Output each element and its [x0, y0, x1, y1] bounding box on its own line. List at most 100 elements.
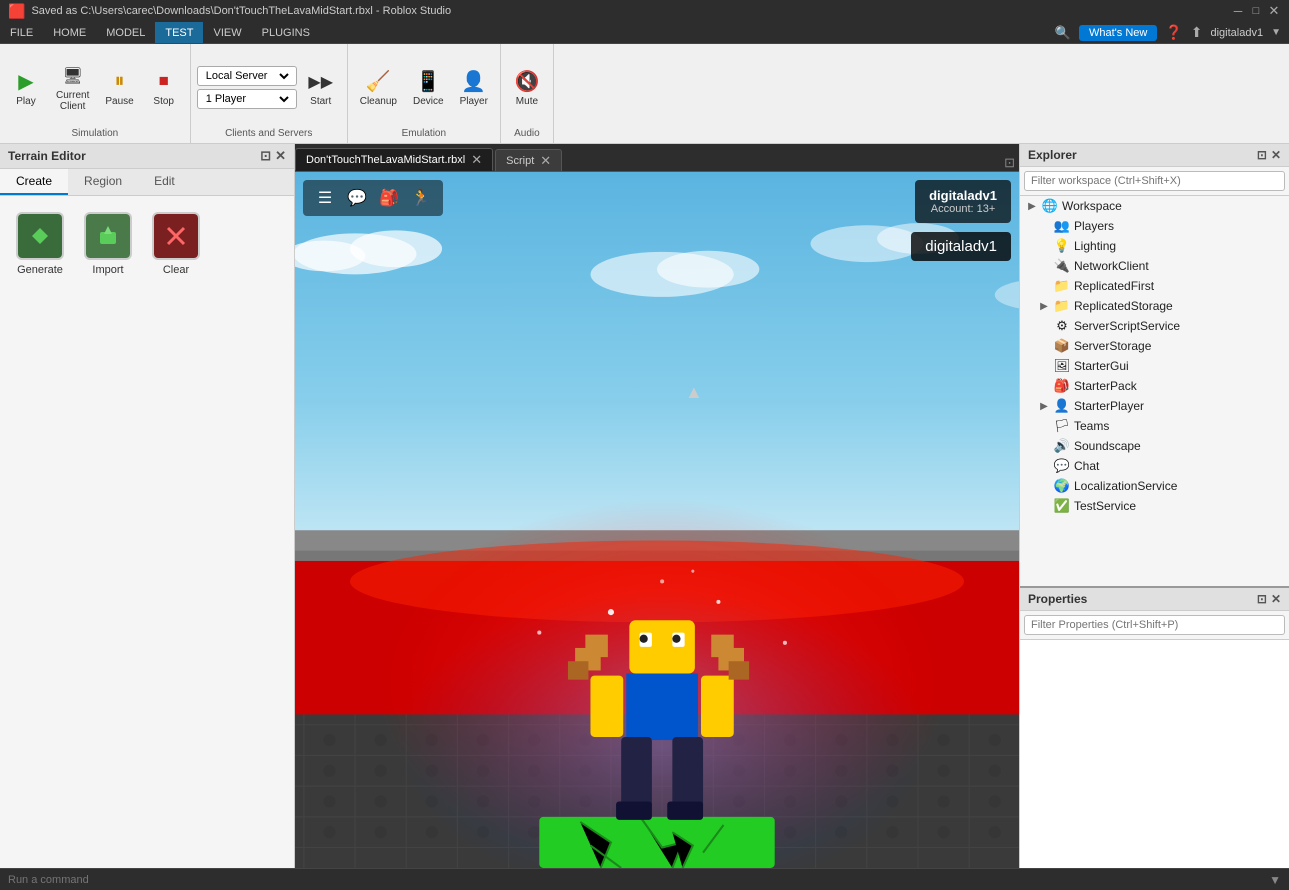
tree-item-chat[interactable]: ▶ 💬 Chat: [1020, 456, 1289, 476]
explorer-title: Explorer: [1028, 148, 1077, 162]
share-icon[interactable]: ⬆: [1191, 24, 1203, 41]
tree-item-serverstorage[interactable]: ▶ 📦 ServerStorage: [1020, 336, 1289, 356]
properties-controls: ⊡ ✕: [1257, 592, 1281, 606]
testservice-icon: ✅: [1054, 498, 1070, 514]
viewport-tab-rbxl[interactable]: Don'tTouchTheLavaMidStart.rbxl ✕: [295, 148, 493, 171]
properties-content: [1020, 640, 1289, 868]
terrain-editor-pin[interactable]: ⊡: [260, 148, 271, 164]
workspace-expand[interactable]: ▶: [1026, 200, 1038, 212]
tree-item-networkclient[interactable]: ▶ 🔌 NetworkClient: [1020, 256, 1289, 276]
startergui-icon: 🖼: [1054, 358, 1070, 374]
play-button[interactable]: ▶ Play: [6, 64, 46, 111]
server-dropdown[interactable]: Local Server: [197, 66, 297, 86]
minimize-btn[interactable]: ─: [1231, 4, 1245, 18]
terrain-tab-create[interactable]: Create: [0, 169, 68, 195]
tree-item-soundscape[interactable]: ▶ 🔊 Soundscape: [1020, 436, 1289, 456]
testservice-label: TestService: [1074, 499, 1136, 513]
tree-item-players[interactable]: ▶ 👥 Players: [1020, 216, 1289, 236]
tab-rbxl-close[interactable]: ✕: [471, 153, 482, 166]
game-scene: [295, 172, 1019, 868]
replicatedstorage-label: ReplicatedStorage: [1074, 299, 1173, 313]
localizationservice-icon: 🌍: [1054, 478, 1070, 494]
whats-new-button[interactable]: What's New: [1079, 25, 1157, 41]
viewport-area: Don'tTouchTheLavaMidStart.rbxl ✕ Script …: [295, 144, 1019, 868]
close-btn[interactable]: ✕: [1267, 4, 1281, 18]
tree-item-startergui[interactable]: ▶ 🖼 StarterGui: [1020, 356, 1289, 376]
import-tool[interactable]: Import: [84, 212, 132, 276]
menu-test[interactable]: TEST: [155, 22, 203, 43]
emulation-section: 🧹 Cleanup 📱 Device 👤 Player Emulation: [348, 44, 501, 143]
stop-button[interactable]: ⏹ Stop: [144, 64, 184, 111]
viewport-tab-script[interactable]: Script ✕: [495, 149, 562, 171]
starterpack-label: StarterPack: [1074, 379, 1137, 393]
properties-pin[interactable]: ⊡: [1257, 592, 1267, 606]
tree-item-starterplayer[interactable]: ▶ 👤 StarterPlayer: [1020, 396, 1289, 416]
explorer-filter-box: [1020, 167, 1289, 196]
help-icon[interactable]: ❓: [1165, 24, 1182, 41]
properties-filter-input[interactable]: [1024, 615, 1285, 635]
tree-item-localizationservice[interactable]: ▶ 🌍 LocalizationService: [1020, 476, 1289, 496]
properties-close[interactable]: ✕: [1271, 592, 1281, 606]
user-label[interactable]: digitaladv1: [1211, 27, 1264, 39]
maximize-btn[interactable]: □: [1249, 4, 1263, 18]
command-input[interactable]: [8, 874, 1269, 886]
explorer-filter-input[interactable]: [1024, 171, 1285, 191]
player-emulation-button[interactable]: 👤 Player: [454, 64, 494, 111]
soundscape-label: Soundscape: [1074, 439, 1141, 453]
hamburger-menu-btn[interactable]: ☰: [311, 184, 339, 212]
pause-button[interactable]: ⏸ Pause: [99, 64, 139, 111]
menu-plugins[interactable]: PLUGINS: [252, 22, 320, 43]
terrain-tab-edit[interactable]: Edit: [138, 169, 191, 195]
player-dropdown[interactable]: 1 Player: [197, 89, 297, 109]
restore-viewport-btn[interactable]: ⊡: [1004, 155, 1015, 171]
replicatedstorage-expand[interactable]: ▶: [1038, 300, 1050, 312]
menu-home[interactable]: HOME: [43, 22, 96, 43]
tab-script-close[interactable]: ✕: [540, 154, 551, 167]
chat-btn[interactable]: 💬: [343, 184, 371, 212]
clear-tool[interactable]: Clear: [152, 212, 200, 276]
game-viewport[interactable]: ☰ 💬 🎒 🏃 digitaladv1 Account: 13+ digital…: [295, 172, 1019, 868]
menu-model[interactable]: MODEL: [96, 22, 155, 43]
generate-tool[interactable]: Generate: [16, 212, 64, 276]
cleanup-button[interactable]: 🧹 Cleanup: [354, 64, 403, 111]
terrain-editor-close[interactable]: ✕: [275, 148, 286, 164]
tree-item-testservice[interactable]: ▶ ✅ TestService: [1020, 496, 1289, 516]
menu-view[interactable]: VIEW: [203, 22, 251, 43]
players-label: Players: [1074, 219, 1114, 233]
terrain-tools: Generate Import: [16, 212, 278, 276]
localizationservice-label: LocalizationService: [1074, 479, 1177, 493]
viewport-toolbar: ☰ 💬 🎒 🏃: [303, 180, 443, 216]
inventory-btn[interactable]: 🎒: [375, 184, 403, 212]
device-button[interactable]: 📱 Device: [407, 64, 450, 111]
explorer-pin[interactable]: ⊡: [1257, 148, 1267, 162]
menu-file[interactable]: FILE: [0, 22, 43, 43]
soundscape-icon: 🔊: [1054, 438, 1070, 454]
tree-item-serverscriptservice[interactable]: ▶ ⚙ ServerScriptService: [1020, 316, 1289, 336]
window-title: Saved as C:\Users\carec\Downloads\Don'tT…: [31, 5, 451, 17]
titlebar-left: 🟥 Saved as C:\Users\carec\Downloads\Don'…: [8, 3, 451, 20]
terrain-tabs: Create Region Edit: [0, 169, 294, 196]
tree-item-lighting[interactable]: ▶ 💡 Lighting: [1020, 236, 1289, 256]
tree-item-replicatedfirst[interactable]: ▶ 📁 ReplicatedFirst: [1020, 276, 1289, 296]
terrain-tab-region[interactable]: Region: [68, 169, 138, 195]
mute-button[interactable]: 🔇 Mute: [507, 64, 547, 111]
teams-label: Teams: [1074, 419, 1109, 433]
server-combos: Local Server 1 Player: [197, 66, 297, 109]
tree-item-workspace[interactable]: ▶ 🌐 Workspace: [1020, 196, 1289, 216]
start-button[interactable]: ▶▶ Start: [301, 64, 341, 111]
tree-item-replicatedstorage[interactable]: ▶ 📁 ReplicatedStorage: [1020, 296, 1289, 316]
explorer-controls: ⊡ ✕: [1257, 148, 1281, 162]
current-client-button[interactable]: 🖥 Current Client: [50, 58, 95, 116]
explorer-close[interactable]: ✕: [1271, 148, 1281, 162]
search-icon: 🔍: [1055, 25, 1071, 41]
starterplayer-expand[interactable]: ▶: [1038, 400, 1050, 412]
starterpack-icon: 🎒: [1054, 378, 1070, 394]
tree-item-teams[interactable]: ▶ 🏳 Teams: [1020, 416, 1289, 436]
titlebar-controls: ─ □ ✕: [1231, 4, 1281, 18]
tree-item-starterpack[interactable]: ▶ 🎒 StarterPack: [1020, 376, 1289, 396]
lighting-label: Lighting: [1074, 239, 1116, 253]
user-chevron[interactable]: ▼: [1271, 27, 1281, 38]
clear-label: Clear: [163, 264, 189, 276]
character-btn[interactable]: 🏃: [407, 184, 435, 212]
terrain-editor-header: Terrain Editor ⊡ ✕: [0, 144, 294, 169]
